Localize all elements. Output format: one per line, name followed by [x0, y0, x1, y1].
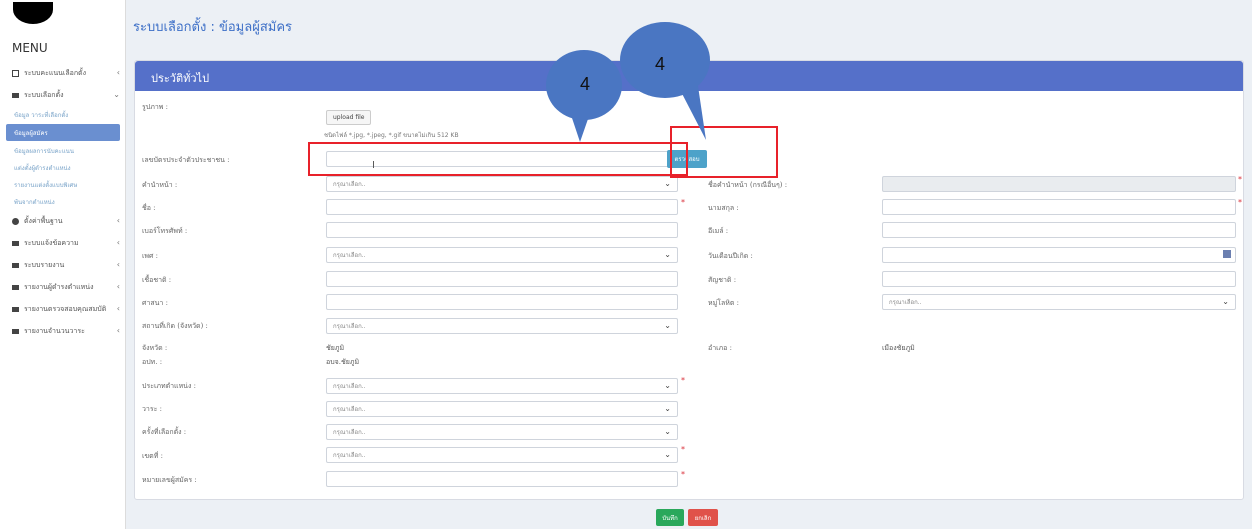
- callout-number-1: 4: [580, 74, 591, 94]
- callout-number-2: 4: [655, 54, 666, 74]
